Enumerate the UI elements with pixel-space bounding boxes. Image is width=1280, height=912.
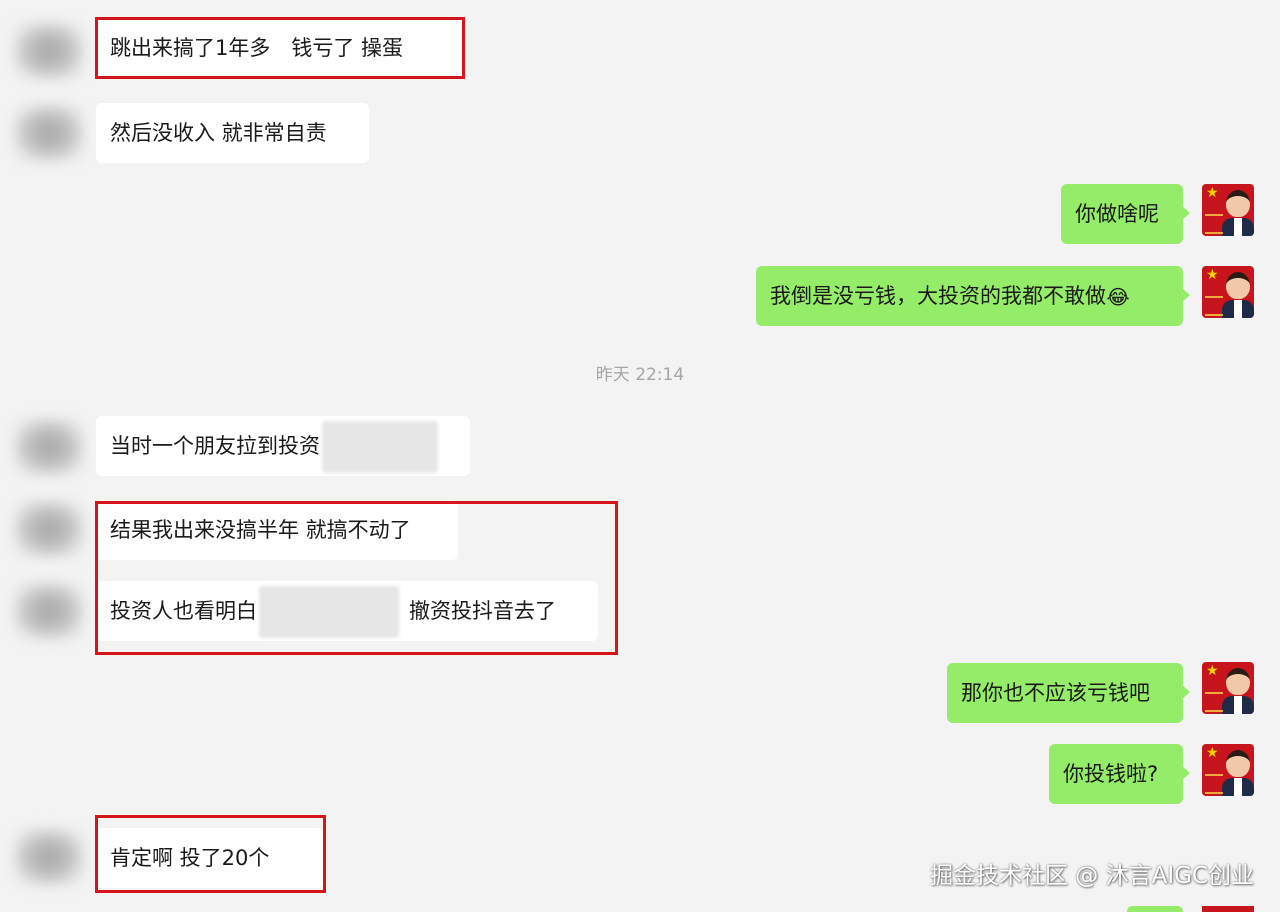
message-text: 你做啥呢: [1075, 202, 1159, 226]
message-bubble-outgoing[interactable]: 那你也不应该亏钱吧: [947, 663, 1190, 723]
avatar-shirt: [1234, 218, 1242, 236]
message-text: 你投钱啦?: [1063, 762, 1159, 786]
message-bubble-outgoing[interactable]: 你做啥呢: [1061, 184, 1190, 244]
message-text: 那你也不应该亏钱吧: [961, 681, 1150, 705]
self-avatar[interactable]: ★: [1202, 662, 1254, 714]
contact-avatar[interactable]: [14, 22, 84, 80]
message-bubble-incoming[interactable]: 然后没收入 就非常自责: [96, 103, 369, 163]
contact-avatar[interactable]: [14, 500, 84, 558]
laughing-crying-emoji-icon: 😂: [1106, 285, 1130, 309]
contact-avatar[interactable]: [14, 418, 84, 476]
highlight-box: [95, 17, 465, 79]
redacted-text: [322, 421, 438, 473]
message-timestamp: 昨天 22:14: [595, 365, 685, 385]
avatar-face: [1226, 668, 1250, 695]
contact-avatar[interactable]: [14, 104, 84, 162]
self-avatar-partial[interactable]: [1202, 906, 1254, 912]
message-bubble-outgoing-partial[interactable]: [1127, 906, 1183, 912]
highlight-box: [95, 815, 326, 893]
message-bubble-incoming[interactable]: 当时一个朋友拉到投资: [96, 416, 470, 476]
avatar-face: [1226, 190, 1250, 217]
message-text: 当时一个朋友拉到投资: [110, 434, 320, 458]
message-text: 然后没收入 就非常自责: [110, 121, 327, 145]
contact-avatar[interactable]: [14, 828, 84, 886]
star-icon: ★: [1206, 185, 1219, 201]
avatar-shirt: [1234, 778, 1242, 796]
avatar-decoration: [1205, 296, 1223, 316]
avatar-face: [1226, 272, 1250, 299]
star-icon: ★: [1206, 663, 1219, 679]
self-avatar[interactable]: ★: [1202, 184, 1254, 236]
avatar-decoration: [1205, 692, 1223, 712]
star-icon: ★: [1206, 745, 1219, 761]
avatar-decoration: [1205, 214, 1223, 234]
watermark: 掘金技术社区 @ 沐言AIGC创业: [929, 863, 1254, 889]
star-icon: ★: [1206, 267, 1219, 283]
highlight-box: [95, 501, 618, 655]
avatar-face: [1226, 750, 1250, 777]
avatar-shirt: [1234, 300, 1242, 318]
self-avatar[interactable]: ★: [1202, 744, 1254, 796]
self-avatar[interactable]: ★: [1202, 266, 1254, 318]
message-text: 我倒是没亏钱，大投资的我都不敢做: [770, 284, 1106, 308]
message-bubble-outgoing[interactable]: 我倒是没亏钱，大投资的我都不敢做😂: [756, 266, 1190, 326]
message-bubble-outgoing[interactable]: 你投钱啦?: [1049, 744, 1190, 804]
contact-avatar[interactable]: [14, 582, 84, 640]
avatar-shirt: [1234, 696, 1242, 714]
avatar-decoration: [1205, 774, 1223, 794]
